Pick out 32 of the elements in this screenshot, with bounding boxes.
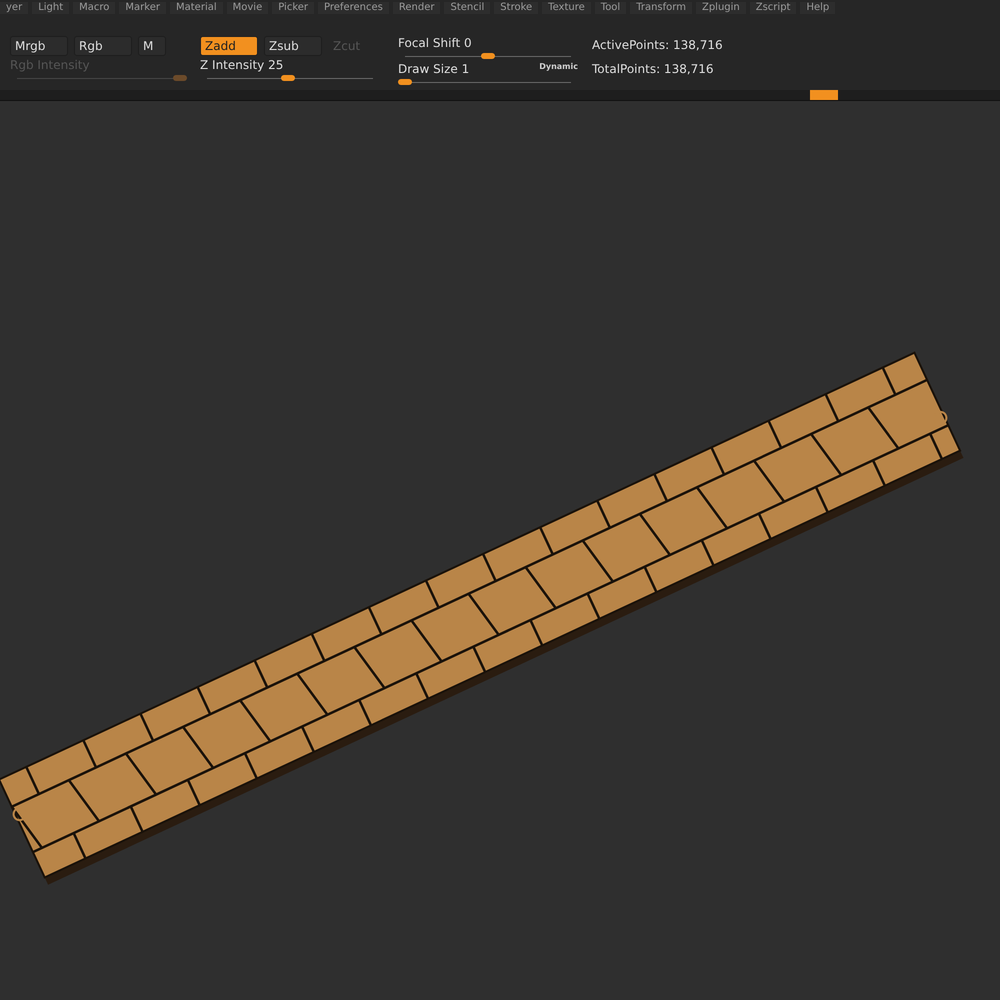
menu-item[interactable]: yer <box>0 2 28 14</box>
menu-item[interactable]: Transform <box>630 2 692 14</box>
tab-marker[interactable] <box>810 90 838 100</box>
menu-item[interactable]: Marker <box>119 2 166 14</box>
toggle-button[interactable]: M <box>138 36 166 56</box>
menu-item[interactable]: Help <box>800 2 836 14</box>
slider[interactable]: Focal Shift 0 <box>398 36 578 60</box>
slider-thumb[interactable] <box>398 79 412 85</box>
toggle-button[interactable]: Mrgb <box>10 36 68 56</box>
menu-item[interactable]: Preferences <box>318 2 389 14</box>
menu-item[interactable]: Movie <box>226 2 268 14</box>
toggle-button[interactable]: Zsub <box>264 36 322 56</box>
toggle-button[interactable]: Zadd <box>200 36 258 56</box>
menu-item[interactable]: Texture <box>542 2 591 14</box>
menu-item[interactable]: Zplugin <box>696 2 746 14</box>
slider[interactable]: Z Intensity 25 <box>200 58 380 82</box>
menu-item[interactable]: Macro <box>73 2 116 14</box>
slider-thumb[interactable] <box>281 75 296 81</box>
slider-thumb[interactable] <box>481 53 495 59</box>
menu-item[interactable]: Render <box>392 2 440 14</box>
menu-item[interactable]: Zscript <box>750 2 796 14</box>
menu-item[interactable]: Material <box>170 2 223 14</box>
menu-item[interactable]: Picker <box>272 2 314 14</box>
stat-text: ActivePoints: 138,716 <box>592 38 723 52</box>
menu-item[interactable]: Tool <box>594 2 626 14</box>
toggle-button[interactable]: Rgb <box>74 36 132 56</box>
menu-item[interactable]: Stencil <box>444 2 490 14</box>
dynamic-label[interactable]: Dynamic <box>539 62 578 71</box>
menu-item[interactable]: Stroke <box>494 2 538 14</box>
slider[interactable]: Draw Size 1 Dynamic <box>398 62 578 86</box>
menu-item[interactable]: Light <box>32 2 70 14</box>
stat-text: TotalPoints: 138,716 <box>592 62 715 76</box>
